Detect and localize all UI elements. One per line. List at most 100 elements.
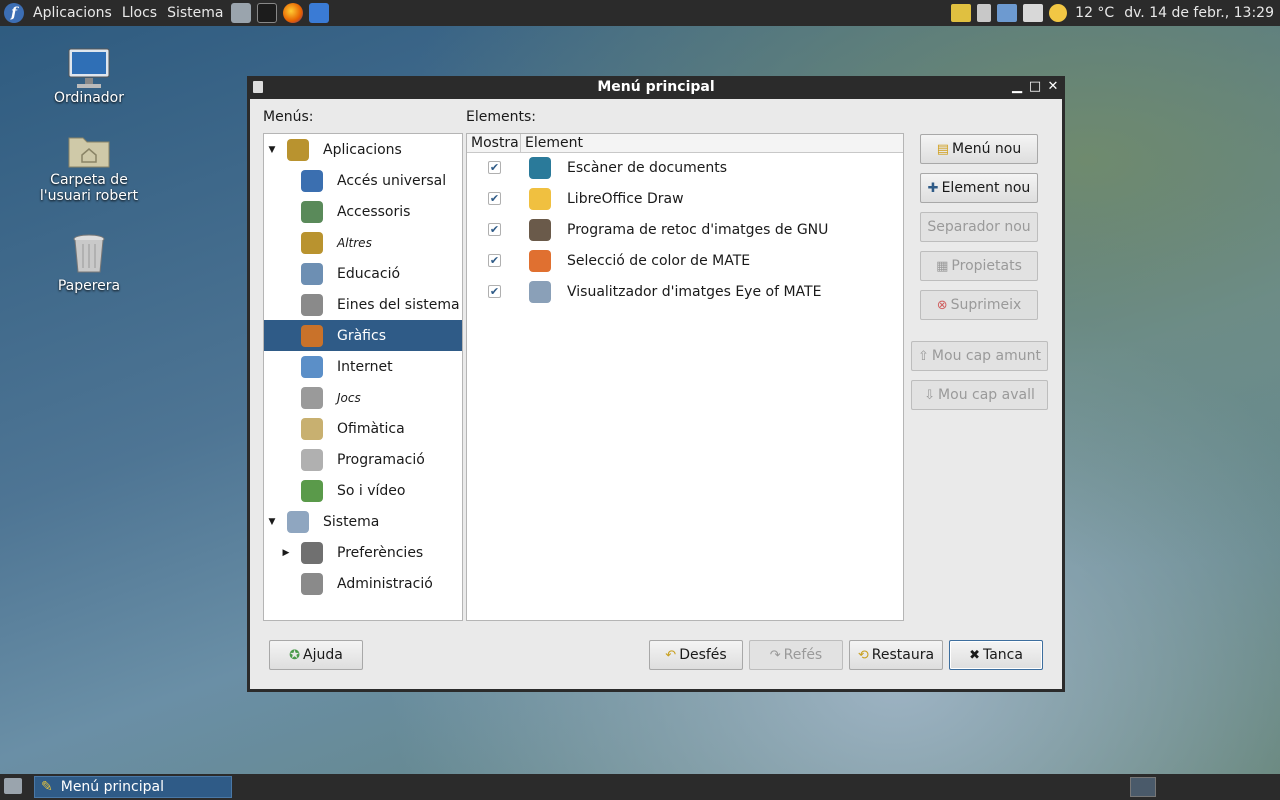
tree-item-label: Jocs: [337, 390, 361, 405]
fedora-logo-icon[interactable]: f: [4, 3, 24, 23]
tree-item[interactable]: Educació: [264, 258, 462, 289]
system-icon: [287, 510, 309, 533]
scanner-icon: [529, 156, 551, 179]
network-icon[interactable]: [997, 4, 1018, 22]
tree-item-label: Accessoris: [337, 203, 411, 220]
show-checkbox[interactable]: ✔: [488, 192, 501, 205]
window-titlebar[interactable]: Menú principal ▁ □ ✕: [247, 76, 1065, 98]
new-menu-icon: ▤: [936, 141, 950, 157]
close-button[interactable]: ✖ Tanca: [949, 640, 1043, 670]
desktop-trash[interactable]: Paperera: [24, 234, 154, 294]
properties-button[interactable]: ▦ Propietats: [920, 251, 1038, 281]
help-button[interactable]: ✪ Ajuda: [269, 640, 363, 670]
tree-item[interactable]: Altres: [264, 227, 462, 258]
move-down-button[interactable]: ⇩ Mou cap avall: [911, 380, 1048, 410]
redo-icon: ↷: [769, 647, 781, 663]
terminal-launcher-icon[interactable]: [257, 3, 278, 23]
multimedia-icon: [301, 479, 323, 502]
menus-tree[interactable]: ▼ Aplicacions Accés universal Accessoris Alt…: [263, 133, 463, 621]
minimize-icon[interactable]: ▁: [1009, 79, 1025, 95]
new-item-button[interactable]: ✚ Element nou: [920, 173, 1038, 203]
tree-item-label: Sistema: [323, 513, 380, 530]
undo-icon: ↶: [665, 647, 677, 663]
main-menu-app-icon: ✎: [41, 779, 53, 795]
tree-item-label: Eines del sistema: [337, 296, 460, 313]
delete-button[interactable]: ⊗ Suprimeix: [920, 290, 1038, 320]
maximize-icon[interactable]: □: [1027, 79, 1043, 95]
revert-button[interactable]: ⟲ Restaura: [849, 640, 943, 670]
presentation-tray-icon[interactable]: [951, 4, 972, 22]
window-content: Menús: Elements: ▼ Aplicacions Accés unive…: [250, 99, 1062, 689]
tree-item-label: Administració: [337, 575, 433, 592]
tree-item[interactable]: Gràfics: [264, 320, 462, 351]
show-desktop-icon[interactable]: [4, 778, 22, 794]
bottom-panel: ✎ Menú principal: [0, 774, 1280, 800]
add-icon: ✚: [927, 180, 939, 196]
graphics-icon: [301, 324, 323, 347]
expander-collapsed-icon[interactable]: ▶: [281, 548, 291, 558]
element-row[interactable]: ✔ Visualitzador d'imatges Eye of MATE: [467, 276, 903, 307]
element-label: LibreOffice Draw: [567, 190, 684, 207]
tree-item[interactable]: Accessoris: [264, 196, 462, 227]
revert-icon: ⟲: [857, 647, 869, 663]
new-separator-button[interactable]: Separador nou: [920, 212, 1038, 242]
places-menu[interactable]: Llocs: [117, 5, 162, 21]
new-menu-button[interactable]: ▤ Menú nou: [920, 134, 1038, 164]
close-window-icon[interactable]: ✕: [1045, 79, 1061, 95]
tree-item-label: Programació: [337, 451, 425, 468]
weather-temperature[interactable]: 12 °C: [1070, 5, 1119, 21]
taskbar-item-label: Menú principal: [60, 779, 164, 795]
elements-list[interactable]: Mostra Element ✔ Escàner de documents ✔ Lib…: [466, 133, 904, 621]
move-up-button[interactable]: ⇧ Mou cap amunt: [911, 341, 1048, 371]
element-row[interactable]: ✔ Programa de retoc d'imatges de GNU: [467, 214, 903, 245]
system-menu[interactable]: Sistema: [162, 5, 228, 21]
column-item-header[interactable]: Element: [521, 134, 583, 152]
workspace-switcher[interactable]: [1130, 777, 1156, 797]
tree-item[interactable]: Programació: [264, 444, 462, 475]
file-manager-launcher-icon[interactable]: [231, 3, 252, 23]
desktop-home-folder[interactable]: Carpeta de l'usuari robert: [24, 132, 154, 204]
show-checkbox[interactable]: ✔: [488, 254, 501, 267]
updates-icon[interactable]: [1023, 4, 1044, 22]
tree-item-label: Preferències: [337, 544, 424, 561]
expander-expanded-icon[interactable]: ▼: [267, 517, 277, 527]
element-row[interactable]: ✔ Selecció de color de MATE: [467, 245, 903, 276]
mail-launcher-icon[interactable]: [309, 3, 330, 23]
applications-icon: [287, 138, 309, 161]
tree-item[interactable]: Eines del sistema: [264, 289, 462, 320]
element-row[interactable]: ✔ LibreOffice Draw: [467, 183, 903, 214]
element-row[interactable]: ✔ Escàner de documents: [467, 152, 903, 183]
redo-button[interactable]: ↷ Refés: [749, 640, 843, 670]
tree-item[interactable]: ▶ Preferències: [264, 537, 462, 568]
tree-item[interactable]: Internet: [264, 351, 462, 382]
tree-item[interactable]: ▼ Sistema: [264, 506, 462, 537]
expander-expanded-icon[interactable]: ▼: [267, 145, 277, 155]
undo-button[interactable]: ↶ Desfés: [649, 640, 743, 670]
desktop-icon-label: Ordinador: [54, 90, 124, 106]
element-label: Programa de retoc d'imatges de GNU: [567, 221, 829, 238]
desktop-computer[interactable]: Ordinador: [24, 48, 154, 106]
tree-item[interactable]: ▼ Aplicacions: [264, 134, 462, 165]
internet-icon: [301, 355, 323, 378]
weather-icon[interactable]: [1049, 4, 1068, 22]
desktop-icon-label: Carpeta de l'usuari robert: [39, 172, 139, 204]
taskbar-item-main-menu[interactable]: ✎ Menú principal: [34, 776, 232, 798]
applications-menu[interactable]: Aplicacions: [28, 5, 117, 21]
tree-item[interactable]: So i vídeo: [264, 475, 462, 506]
volume-icon[interactable]: [977, 4, 992, 22]
show-checkbox[interactable]: ✔: [488, 285, 501, 298]
close-icon: ✖: [969, 647, 980, 663]
games-icon: [301, 386, 323, 409]
tree-item[interactable]: Administració: [264, 568, 462, 599]
show-checkbox[interactable]: ✔: [488, 223, 501, 236]
tree-item[interactable]: Jocs: [264, 382, 462, 413]
tree-item[interactable]: Ofimàtica: [264, 413, 462, 444]
tree-item[interactable]: Accés universal: [264, 165, 462, 196]
tree-item-label: Internet: [337, 358, 393, 375]
help-icon: ✪: [289, 647, 301, 663]
column-show-header[interactable]: Mostra: [467, 134, 521, 152]
window-menu-icon[interactable]: [253, 81, 263, 93]
clock[interactable]: dv. 14 de febr., 13:29: [1119, 5, 1280, 21]
firefox-launcher-icon[interactable]: [283, 3, 304, 23]
show-checkbox[interactable]: ✔: [488, 161, 501, 174]
